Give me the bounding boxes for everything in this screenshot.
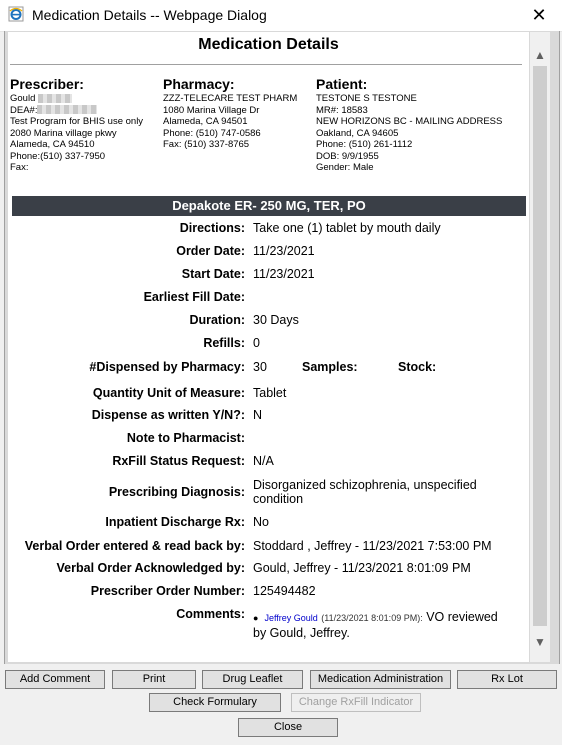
directions-value: Take one (1) tablet by mouth daily [253,221,441,235]
redacted-text [37,105,98,115]
verbal-entered-value: Stoddard , Jeffrey - 11/23/2021 7:53:00 … [253,539,492,553]
pharmacy-line: Phone: (510) 747-0586 [163,127,261,139]
page-title: Medication Details [198,36,339,53]
pharmacy-line: ZZZ-TELECARE TEST PHARM [163,93,298,104]
prescriber-line: Fax: [10,162,29,173]
drug-leaflet-button[interactable]: Drug Leaflet [202,670,303,689]
prescriber-line: 2080 Marina village pkwy [10,127,117,139]
dispensed-value: 30 [253,360,267,374]
scroll-down-icon[interactable]: ▼ [530,633,550,651]
close-button[interactable]: Close [238,718,338,737]
rxfill-value: N/A [253,454,274,468]
prescriber-dea-line: DEA#: [10,105,143,117]
divider [10,64,522,65]
change-rxfill-indicator-button[interactable]: Change RxFill Indicator [291,693,421,712]
field-label: Note to Pharmacist: [126,431,245,445]
duration-value: 30 Days [253,313,299,327]
dialog-body: Medication Details Prescriber: Gould DEA… [4,31,560,664]
ie-icon [8,6,24,22]
patient-line: NEW HORIZONS BC - MAILING ADDRESS [316,116,503,127]
bullet-icon: ● [253,613,259,623]
patient-line: DOB: 9/9/1955 [316,150,379,162]
prescriber-name-line: Gould [10,93,143,105]
medication-administration-button[interactable]: Medication Administration [310,670,451,689]
pharmacy-line: Fax: (510) 337-8765 [163,139,250,150]
prescriber-section: Prescriber: Gould DEA#: Test Program for… [10,76,143,174]
comment-text-2: by Gould, Jeffrey. [253,626,350,640]
patient-line: TESTONE S TESTONE [316,93,417,104]
pharmacy-section: Pharmacy: ZZZ-TELECARE TEST PHARM 1080 M… [163,76,297,151]
print-button[interactable]: Print [112,670,196,689]
field-label: Dispense as written Y/N?: [91,408,245,422]
inpatient-value: No [253,515,269,529]
patient-line: Gender: Male [316,162,374,173]
prescriber-line: Alameda, CA 94510 [10,139,95,150]
start-date-value: 11/23/2021 [253,267,315,281]
daw-value: N [253,408,263,422]
title-bar: Medication Details -- Webpage Dialog ✕ [0,0,562,32]
field-label: Prescriber Order Number: [90,584,245,598]
field-label: Comments: [176,607,245,621]
prescriber-order-value: 125494482 [253,584,316,598]
field-label: Duration: [189,313,245,327]
diagnosis-value: Disorganized schizophrenia, unspecified … [253,478,477,506]
order-date-value: 11/23/2021 [253,244,315,258]
stock-label: Stock: [398,360,437,374]
prescriber-dea: DEA#: [10,104,38,116]
prescriber-line: Test Program for BHIS use only [10,116,144,127]
field-label: Inpatient Discharge Rx: [105,515,245,529]
field-label: #Dispensed by Pharmacy: [89,360,245,374]
patient-heading: Patient: [316,76,368,92]
scrollbar-thumb[interactable] [533,66,547,626]
redacted-text [38,93,72,103]
comment-entry: ● Jeffrey Gould (11/23/2021 8:01:09 PM): … [253,610,523,641]
add-comment-button[interactable]: Add Comment [5,670,105,689]
field-label: Prescribing Diagnosis: [108,485,245,499]
vertical-scrollbar[interactable]: ▲ ▼ [530,32,550,662]
drug-title-bar: Depakote ER- 250 MG, TER, PO [12,196,526,216]
field-label: Earliest Fill Date: [143,290,245,304]
close-window-button[interactable]: ✕ [516,0,562,31]
quantity-unit-value: Tablet [253,386,287,400]
comment-author[interactable]: Jeffrey Gould [264,613,317,623]
field-label: Quantity Unit of Measure: [92,386,245,400]
patient-line: Oakland, CA 94605 [316,127,399,139]
field-label: Order Date: [176,244,245,258]
window-title: Medication Details -- Webpage Dialog [32,7,267,23]
field-label: Start Date: [181,267,245,281]
pharmacy-line: Alameda, CA 94501 [163,116,248,127]
prescriber-line: Phone:(510) 337-7950 [10,150,106,162]
verbal-ack-value: Gould, Jeffrey - 11/23/2021 8:01:09 PM [253,561,471,575]
field-label: Refills: [203,336,245,350]
refills-value: 0 [253,336,260,350]
rx-lot-button[interactable]: Rx Lot [457,670,557,689]
field-label: Directions: [179,221,245,235]
check-formulary-button[interactable]: Check Formulary [149,693,281,712]
comment-text: VO reviewed [426,610,498,624]
field-label: Verbal Order Acknowledged by: [56,561,245,575]
scroll-up-icon[interactable]: ▲ [530,46,550,64]
prescriber-name: Gould [10,93,36,104]
patient-section: Patient: TESTONE S TESTONE MR#: 18583 NE… [316,76,502,174]
pharmacy-line: 1080 Marina Village Dr [163,104,260,116]
pharmacy-heading: Pharmacy: [163,76,235,92]
prescriber-heading: Prescriber: [10,76,84,92]
medication-details-panel: Medication Details Prescriber: Gould DEA… [8,32,529,662]
samples-label: Samples: [302,360,358,374]
comment-time: (11/23/2021 8:01:09 PM): [321,613,423,623]
patient-line: MR#: 18583 [316,104,368,116]
field-label: Verbal Order entered & read back by: [24,539,245,553]
field-label: RxFill Status Request: [112,454,245,468]
patient-line: Phone: (510) 261-1112 [316,139,413,150]
